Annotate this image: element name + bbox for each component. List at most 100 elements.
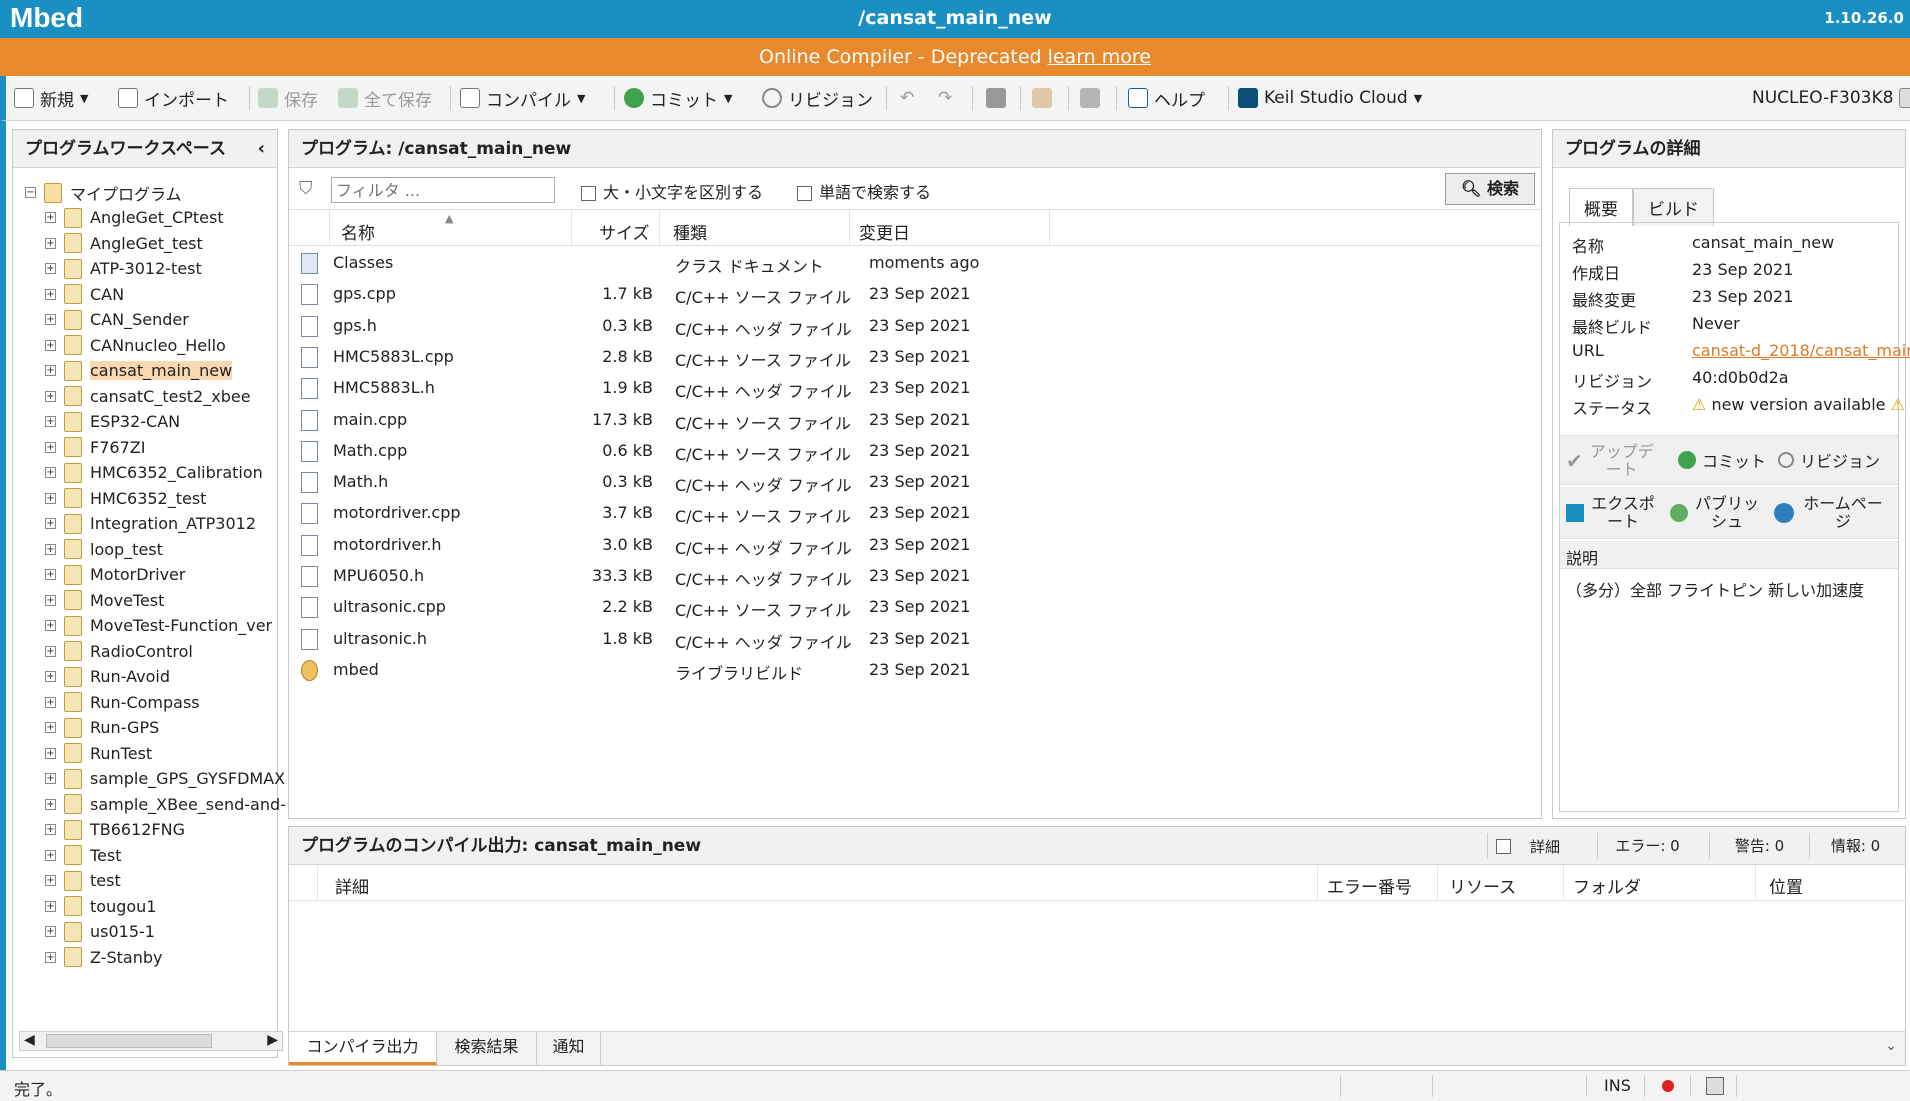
expand-icon[interactable]: +: [45, 951, 56, 963]
expand-icon[interactable]: +: [45, 365, 56, 376]
tree-item[interactable]: + ESP32-CAN: [45, 409, 180, 434]
tree-item[interactable]: + cansatC_test2_xbee: [45, 384, 251, 409]
detail-value[interactable]: cansat-d_2018/cansat_main: [1692, 341, 1910, 360]
file-row[interactable]: motordriver.h 3.0 kB C/C++ ヘッダ ファイル 23 Sep …: [289, 529, 1541, 560]
file-row[interactable]: mbed ライブラリビルド 23 Sep 2021: [289, 654, 1541, 685]
tree-item[interactable]: + cansat_main_new: [45, 358, 233, 383]
target-board-button[interactable]: NUCLEO-F303K8: [1752, 84, 1910, 112]
column-errno[interactable]: エラー番号: [1327, 873, 1412, 898]
compile-button[interactable]: コンパイル ▼: [460, 84, 585, 112]
tree-item[interactable]: + CAN: [45, 282, 124, 307]
tree-item[interactable]: + AngleGet_CPtest: [45, 205, 224, 230]
expand-icon[interactable]: +: [45, 824, 56, 835]
checkbox-box[interactable]: [1496, 838, 1511, 854]
expand-icon[interactable]: +: [45, 773, 56, 784]
expand-icon[interactable]: +: [45, 288, 56, 300]
learn-more-link[interactable]: learn more: [1048, 46, 1151, 68]
column-name[interactable]: 名称: [341, 219, 375, 244]
checkbox-box[interactable]: [797, 186, 812, 201]
tree-item[interactable]: + ATP-3012-test: [45, 256, 202, 281]
expand-icon[interactable]: +: [45, 594, 56, 606]
new-button[interactable]: 新規 ▼: [14, 84, 88, 112]
homepage-button[interactable]: ホームページ: [1774, 491, 1894, 535]
expand-icon[interactable]: +: [45, 416, 56, 427]
help-button[interactable]: ヘルプ: [1128, 84, 1205, 112]
expand-icon[interactable]: +: [45, 722, 56, 733]
tree-item[interactable]: + RunTest: [45, 741, 152, 766]
tree-item[interactable]: + MoveTest-Function_ver: [45, 613, 272, 638]
filter-input[interactable]: [331, 177, 555, 203]
scroll-right-icon[interactable]: ▶: [267, 1032, 278, 1048]
undo-button[interactable]: ↶: [900, 84, 914, 112]
details-revision-button[interactable]: リビジョン: [1778, 448, 1880, 472]
expand-icon[interactable]: +: [45, 747, 56, 759]
find-button[interactable]: [986, 84, 1012, 112]
search-button[interactable]: 🔍︎ 検索: [1445, 173, 1535, 205]
error-count[interactable]: エラー: 0: [1597, 833, 1697, 859]
file-row[interactable]: Math.cpp 0.6 kB C/C++ ソース ファイル 23 Sep 2021: [289, 435, 1541, 466]
expand-icon[interactable]: +: [45, 339, 56, 351]
column-size[interactable]: サイズ: [599, 219, 650, 244]
tree-item[interactable]: + F767ZI: [45, 435, 145, 460]
expand-icon[interactable]: +: [45, 314, 56, 325]
tree-item[interactable]: + sample_GPS_GYSFDMAX: [45, 766, 285, 791]
update-button[interactable]: ✔ アップデート: [1566, 440, 1674, 482]
tree-item[interactable]: + tougou1: [45, 894, 156, 919]
tab-notifications[interactable]: 通知: [537, 1032, 601, 1065]
expand-icon[interactable]: +: [45, 798, 56, 810]
tree-item[interactable]: + RadioControl: [45, 639, 193, 664]
tree-item[interactable]: + Run-Avoid: [45, 664, 170, 689]
collapse-icon[interactable]: −: [25, 187, 36, 198]
tree-item[interactable]: + AngleGet_test: [45, 231, 203, 256]
expand-icon[interactable]: +: [45, 645, 56, 657]
detail-toggle[interactable]: 詳細: [1487, 833, 1591, 859]
expand-icon[interactable]: +: [45, 492, 56, 504]
expand-icon[interactable]: +: [45, 569, 56, 580]
warning-count[interactable]: 警告: 0: [1709, 833, 1809, 859]
details-commit-button[interactable]: コミット: [1678, 448, 1766, 472]
tab-search-results[interactable]: 検索結果: [437, 1032, 537, 1065]
save-button[interactable]: 保存: [258, 84, 318, 112]
redo-button[interactable]: ↷: [938, 84, 952, 112]
commit-button[interactable]: コミット ▼: [624, 84, 732, 112]
import-button[interactable]: インポート: [118, 84, 229, 112]
file-row[interactable]: Math.h 0.3 kB C/C++ ヘッダ ファイル 23 Sep 2021: [289, 466, 1541, 497]
tree-item[interactable]: + sample_XBee_send-and-: [45, 792, 286, 817]
file-row[interactable]: main.cpp 17.3 kB C/C++ ソース ファイル 23 Sep 2021: [289, 404, 1541, 435]
file-row[interactable]: motordriver.cpp 3.7 kB C/C++ ソース ファイル 23 Se…: [289, 497, 1541, 528]
tree-item[interactable]: + us015-1: [45, 919, 155, 944]
whole-word-checkbox[interactable]: 単語で検索する: [797, 179, 931, 203]
column-folder[interactable]: フォルダ: [1573, 873, 1641, 898]
windows-icon[interactable]: [1706, 1077, 1724, 1095]
expand-icon[interactable]: +: [45, 849, 56, 861]
expand-down-icon[interactable]: ⌄: [1885, 1038, 1897, 1054]
column-detail[interactable]: 詳細: [335, 873, 369, 898]
file-row[interactable]: MPU6050.h 33.3 kB C/C++ ヘッダ ファイル 23 Sep 202…: [289, 560, 1541, 591]
expand-icon[interactable]: +: [45, 263, 56, 274]
expand-icon[interactable]: +: [45, 671, 56, 682]
keil-studio-button[interactable]: Keil Studio Cloud ▼: [1238, 84, 1422, 112]
expand-icon[interactable]: +: [45, 390, 56, 402]
file-row[interactable]: ultrasonic.cpp 2.2 kB C/C++ ソース ファイル 23 Sep…: [289, 591, 1541, 622]
revision-button[interactable]: リビジョン: [762, 84, 873, 112]
tree-item[interactable]: + HMC6352_Calibration: [45, 460, 263, 485]
save-all-button[interactable]: 全て保存: [338, 84, 432, 112]
tree-item[interactable]: + test: [45, 868, 121, 893]
tree-item[interactable]: + Z-Stanby: [45, 945, 162, 970]
expand-icon[interactable]: +: [45, 900, 56, 912]
expand-icon[interactable]: +: [45, 875, 56, 886]
file-row[interactable]: ultrasonic.h 1.8 kB C/C++ ヘッダ ファイル 23 Sep 2…: [289, 623, 1541, 654]
column-position[interactable]: 位置: [1769, 873, 1803, 898]
record-icon[interactable]: [1662, 1080, 1674, 1092]
tree-item[interactable]: + MotorDriver: [45, 562, 185, 587]
tree-item[interactable]: + MoveTest: [45, 588, 164, 613]
file-row[interactable]: gps.h 0.3 kB C/C++ ヘッダ ファイル 23 Sep 2021: [289, 310, 1541, 341]
format-button[interactable]: [1032, 84, 1058, 112]
info-count[interactable]: 情報: 0: [1809, 833, 1901, 859]
tree-item[interactable]: + Run-Compass: [45, 690, 200, 715]
tab-summary[interactable]: 概要: [1569, 188, 1633, 226]
scroll-left-icon[interactable]: ◀: [24, 1032, 35, 1048]
horizontal-scrollbar[interactable]: ◀ ▶: [19, 1031, 283, 1051]
tree-item[interactable]: + HMC6352_test: [45, 486, 206, 511]
tree-item[interactable]: + Run-GPS: [45, 715, 159, 740]
